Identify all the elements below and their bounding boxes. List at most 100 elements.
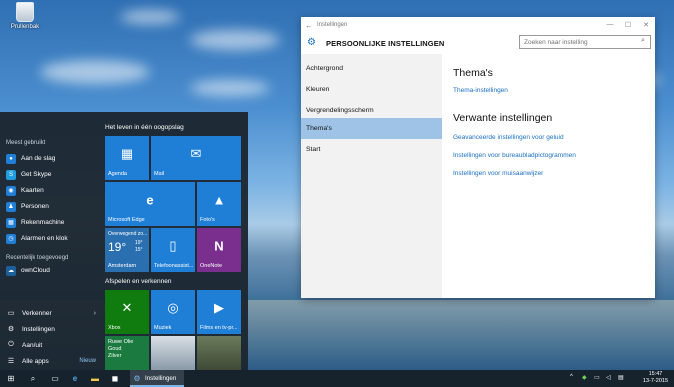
phone-icon: ▯ [169, 237, 177, 253]
nav-item-kleuren[interactable]: Kleuren [301, 79, 442, 100]
edge-icon: e [146, 192, 154, 208]
music-icon: ◎ [167, 299, 179, 315]
most-used-heading: Meest gebruikt [6, 140, 46, 146]
start-app-owncloud[interactable]: ☁ ownCloud [6, 263, 96, 278]
alarm-clock-icon: ◷ [6, 233, 16, 244]
desktop-icon-recycle-bin[interactable]: Prullenbak [8, 2, 42, 30]
start-app-rekenmachine[interactable]: ▦ Rekenmachine [6, 215, 96, 230]
mail-icon: ✉ [190, 145, 202, 161]
network-icon[interactable]: ▭ [594, 374, 600, 381]
tile-mail[interactable]: ✉ Mail [151, 136, 241, 180]
page-title: PERSOONLIJKE INSTELLINGEN [326, 39, 445, 48]
gear-icon: ⚙ [307, 37, 316, 48]
money-line: Goud [108, 346, 122, 352]
search-icon[interactable]: ⌕ [26, 372, 40, 385]
settings-header: ⚙ PERSOONLIJKE INSTELLINGEN ⌕ [301, 17, 655, 54]
start-app-alarmen-en-klok[interactable]: ◷ Alarmen en klok [6, 231, 96, 246]
theme-settings-link[interactable]: Thema-instellingen [453, 87, 508, 94]
app-label: ownCloud [21, 267, 50, 274]
photos-icon: ▲ [212, 192, 226, 208]
tile-photos[interactable]: ▲ Foto's [197, 182, 241, 226]
link-mouse-pointer-settings[interactable]: Instellingen voor muisaanwijzer [453, 170, 543, 177]
link-sound-settings[interactable]: Geavanceerde instellingen voor geluid [453, 134, 564, 141]
cloud [190, 30, 280, 50]
tile-sports-photo[interactable] [197, 336, 241, 370]
taskbar-clock[interactable]: 15:47 13-7-2015 [643, 371, 668, 385]
new-badge: Nieuw [79, 358, 96, 364]
tile-microsoft-edge[interactable]: e Microsoft Edge [105, 182, 195, 226]
tile-weather[interactable]: Overwegend zo... 19° 19° 15° Amsterdam [105, 228, 149, 272]
app-label: Get Skype [21, 171, 52, 178]
tile-agenda[interactable]: ▦ Agenda [105, 136, 149, 180]
settings-window: ← Instellingen — ☐ ✕ ⚙ PERSOONLIJKE INST… [301, 17, 655, 298]
tile-label: OneNote [200, 263, 223, 269]
gear-icon: ⚙ [7, 326, 15, 333]
money-lines: Ruwe Olie Goud Zilver [108, 339, 133, 360]
start-menu-app-list: Meest gebruikt ● Aan de slag S Get Skype… [0, 112, 98, 370]
notifications-icon[interactable]: ▤ [618, 374, 624, 381]
start-app-get-skype[interactable]: S Get Skype [6, 167, 96, 182]
tile-label: Agenda [108, 171, 127, 177]
search-icon[interactable]: ⌕ [641, 37, 645, 45]
nav-item-achtergrond[interactable]: Achtergrond [301, 58, 442, 79]
lightbulb-icon: ● [6, 153, 16, 164]
nav-item-themas[interactable]: Thema's [301, 118, 442, 139]
start-app-personen[interactable]: ♟ Personen [6, 199, 96, 214]
app-label: Rekenmachine [21, 219, 65, 226]
skype-icon: S [6, 169, 16, 180]
tile-label: Films en tv-pr... [200, 325, 238, 331]
desktop-icon-label: Prullenbak [10, 24, 40, 30]
tray-app-icon[interactable]: ◆ [582, 374, 587, 381]
money-line: Zilver [108, 353, 122, 359]
weather-temperature: 19° [108, 240, 127, 254]
nav-item-start[interactable]: Start [301, 139, 442, 160]
taskbar-app-label: Instellingen [145, 375, 177, 382]
tile-news-photo[interactable] [151, 336, 195, 370]
tile-label: Amsterdam [108, 263, 137, 269]
gear-icon: ⚙ [133, 374, 141, 383]
recent-heading: Recentelijk toegevoegd [6, 255, 69, 261]
tile-label: Foto's [200, 217, 215, 223]
tile-phone-companion[interactable]: ▯ Telefoonassist... [151, 228, 195, 272]
start-power-button[interactable]: ⏻ Aan/uit [6, 338, 96, 352]
app-label: Personen [21, 203, 49, 210]
start-all-apps-button[interactable]: ☰ Alle apps Nieuw [6, 354, 96, 368]
settings-content: Thema's Thema-instellingen Verwante inst… [442, 54, 655, 298]
power-label: Aan/uit [22, 341, 43, 349]
tile-label: Mail [154, 171, 165, 177]
start-explorer-button[interactable]: ▭ Verkenner › [6, 306, 96, 320]
tile-xbox[interactable]: ✕ Xbox [105, 290, 149, 334]
tile-music[interactable]: ◎ Muziek [151, 290, 195, 334]
folder-icon[interactable]: ▬ [88, 372, 102, 385]
start-app-kaarten[interactable]: ◉ Kaarten [6, 183, 96, 198]
related-settings-title: Verwante instellingen [453, 112, 553, 124]
tile-label: Muziek [154, 325, 172, 331]
clock-date: 13-7-2015 [642, 378, 668, 384]
tile-money[interactable]: Ruwe Olie Goud Zilver [105, 336, 149, 370]
tile-films-tv[interactable]: ▶ Films en tv-pr... [197, 290, 241, 334]
edge-icon[interactable]: e [68, 372, 82, 385]
life-tiles-heading: Het leven in één oogopslag [105, 124, 184, 131]
folder-icon: ▭ [7, 310, 15, 317]
start-app-aan-de-slag[interactable]: ● Aan de slag [6, 151, 96, 166]
store-icon[interactable]: ◼ [108, 372, 122, 385]
calculator-icon: ▦ [6, 217, 16, 228]
chevron-right-icon[interactable]: › [94, 310, 96, 317]
settings-label: Instellingen [22, 325, 55, 333]
search-input[interactable] [519, 35, 651, 49]
volume-icon[interactable]: ◁ [606, 374, 611, 381]
clock-time: 15:47 [648, 371, 663, 377]
list-icon: ☰ [7, 358, 15, 365]
link-desktop-icons-settings[interactable]: Instellingen voor bureaubladpictogrammen [453, 152, 576, 159]
task-view-icon[interactable]: ▭ [48, 372, 62, 385]
taskbar: ⊞ ⌕ ▭ e ▬ ◼ ⚙ Instellingen ^ ◆ ▭ ◁ ▤ 15:… [0, 370, 674, 387]
all-apps-label: Alle apps [22, 357, 49, 365]
chevron-up-icon[interactable]: ^ [570, 374, 573, 380]
money-line: Ruwe Olie [108, 339, 134, 345]
power-icon: ⏻ [8, 341, 14, 348]
tile-onenote[interactable]: N OneNote [197, 228, 241, 272]
start-settings-button[interactable]: ⚙ Instellingen [6, 322, 96, 336]
owncloud-icon: ☁ [6, 265, 16, 276]
maps-icon: ◉ [6, 185, 16, 196]
windows-start-icon[interactable]: ⊞ [4, 372, 18, 385]
